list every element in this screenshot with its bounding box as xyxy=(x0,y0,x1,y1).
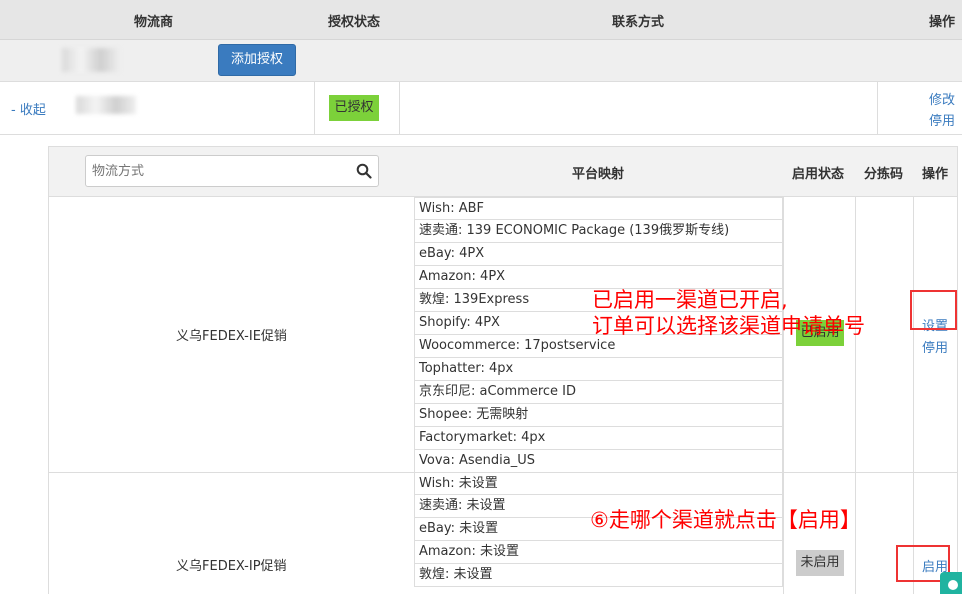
annotation-text: ⑥走哪个渠道就点击【启用】 xyxy=(590,508,861,532)
divider xyxy=(399,82,400,135)
mapping-item: Wish: 未设置 xyxy=(414,472,783,495)
row-divider xyxy=(49,472,414,473)
account-row xyxy=(0,40,962,82)
channel-name: 义乌FEDEX-IP促销 xyxy=(176,559,287,574)
status-badge-disabled: 未启用 xyxy=(796,550,844,576)
highlight-box xyxy=(910,290,957,330)
add-authorization-button[interactable]: 添加授权 xyxy=(218,44,296,76)
edit-provider-link[interactable]: 修改 xyxy=(929,89,955,108)
mapping-item: eBay: 4PX xyxy=(414,243,783,266)
header-carrier: 物流商 xyxy=(134,15,174,30)
header-channel-action: 操作 xyxy=(922,167,949,182)
divider xyxy=(783,197,784,594)
header-sort-code: 分拣码 xyxy=(864,167,904,182)
divider xyxy=(877,82,878,135)
header-action: 操作 xyxy=(929,15,956,30)
redacted-provider-name xyxy=(76,96,136,114)
search-icon[interactable] xyxy=(356,163,372,179)
divider xyxy=(855,197,856,594)
annotation-text: 已启用一渠道已开启, xyxy=(592,288,788,312)
header-enable-status: 启用状态 xyxy=(792,167,845,182)
redacted-account-name xyxy=(62,48,120,72)
disable-provider-link[interactable]: 停用 xyxy=(929,110,955,129)
table-header: 物流商 授权状态 联系方式 操作 xyxy=(0,0,962,40)
mapping-item: Amazon: 未设置 xyxy=(414,541,783,564)
divider xyxy=(913,197,914,594)
channel-disable-link[interactable]: 停用 xyxy=(922,337,948,356)
channel-name: 义乌FEDEX-IE促销 xyxy=(176,329,287,344)
mapping-item: 速卖通: 139 ECONOMIC Package (139俄罗斯专线) xyxy=(414,220,783,243)
provider-row xyxy=(0,82,962,135)
mapping-item: 京东印尼: aCommerce ID xyxy=(414,381,783,404)
help-widget-icon[interactable] xyxy=(940,572,962,594)
mapping-item: 敦煌: 未设置 xyxy=(414,564,783,587)
header-contact: 联系方式 xyxy=(612,15,665,30)
header-platform-mapping: 平台映射 xyxy=(572,167,625,182)
row-divider xyxy=(783,472,957,473)
mapping-item: Shopee: 无需映射 xyxy=(414,404,783,427)
mapping-item: Wish: ABF xyxy=(414,197,783,220)
mapping-item: Tophatter: 4px xyxy=(414,358,783,381)
annotation-text: 订单可以选择该渠道申请单号 xyxy=(592,314,865,338)
collapse-link[interactable]: - 收起 xyxy=(11,99,46,118)
mapping-item: Vova: Asendia_US xyxy=(414,450,783,473)
divider xyxy=(314,82,315,135)
header-auth-status: 授权状态 xyxy=(328,15,381,30)
mapping-item: Factorymarket: 4px xyxy=(414,427,783,450)
auth-status-badge: 已授权 xyxy=(329,95,379,121)
channel-search-input[interactable] xyxy=(85,155,379,187)
